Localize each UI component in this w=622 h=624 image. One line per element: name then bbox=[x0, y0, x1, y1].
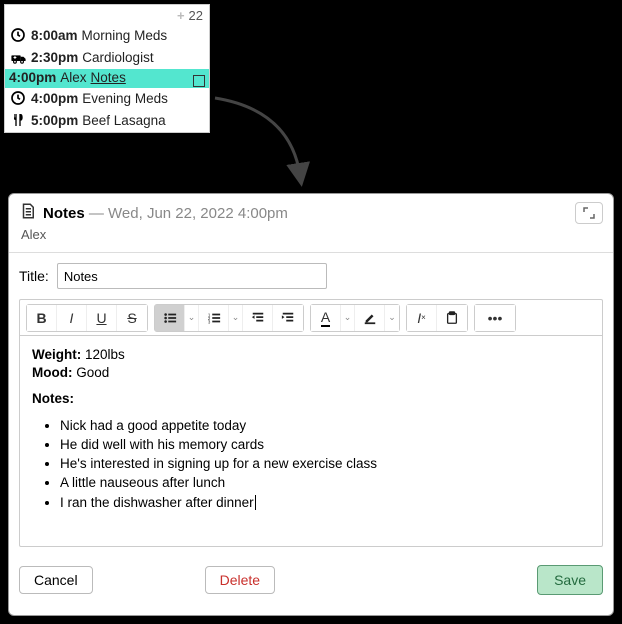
chevron-down-icon[interactable]: ⌄ bbox=[341, 305, 355, 331]
strike-button[interactable]: S bbox=[117, 305, 147, 331]
arrow-connector bbox=[210, 90, 330, 190]
add-event-icon[interactable]: + bbox=[177, 8, 185, 23]
day-number: 22 bbox=[189, 8, 203, 23]
mood-value: Good bbox=[76, 365, 109, 380]
clock-icon bbox=[9, 89, 27, 107]
day-header: + 22 bbox=[5, 5, 209, 25]
chevron-down-icon[interactable]: ⌄ bbox=[185, 305, 199, 331]
ambulance-icon bbox=[9, 48, 27, 66]
chevron-down-icon[interactable]: ⌄ bbox=[229, 305, 243, 331]
event-title: Evening Meds bbox=[82, 91, 168, 106]
highlight-button[interactable] bbox=[355, 305, 385, 331]
editor-content[interactable]: Weight: 120lbs Mood: Good Notes: Nick ha… bbox=[20, 336, 602, 546]
list-item: He's interested in signing up for a new … bbox=[60, 455, 590, 473]
divider bbox=[9, 252, 613, 253]
event-title: Beef Lasagna bbox=[82, 113, 165, 128]
italic-button[interactable]: I bbox=[57, 305, 87, 331]
document-icon bbox=[19, 202, 37, 225]
clear-format-button[interactable]: I× bbox=[407, 305, 437, 331]
weight-value: 120lbs bbox=[85, 347, 125, 362]
outdent-button[interactable] bbox=[243, 305, 273, 331]
save-button[interactable]: Save bbox=[537, 565, 603, 595]
mood-label: Mood: bbox=[32, 365, 72, 380]
bullet-list-button[interactable] bbox=[155, 305, 185, 331]
title-label: Title: bbox=[19, 268, 49, 284]
fork-knife-icon bbox=[9, 111, 27, 129]
chevron-down-icon[interactable]: ⌄ bbox=[385, 305, 399, 331]
event-title: Cardiologist bbox=[82, 50, 153, 65]
paste-button[interactable] bbox=[437, 305, 467, 331]
event-time: 5:00pm bbox=[31, 113, 78, 128]
underline-button[interactable]: U bbox=[87, 305, 117, 331]
title-input[interactable] bbox=[57, 263, 327, 289]
calendar-event-selected[interactable]: 4:00pm Alex Notes bbox=[5, 69, 209, 88]
event-time: 2:30pm bbox=[31, 50, 78, 65]
calendar-day-card: + 22 8:00am Morning Meds 2:30pm Cardiolo… bbox=[4, 4, 210, 133]
calendar-event[interactable]: 2:30pm Cardiologist bbox=[5, 47, 209, 69]
notes-heading: Notes: bbox=[32, 391, 74, 406]
list-item: Nick had a good appetite today bbox=[60, 417, 590, 435]
list-item: A little nauseous after lunch bbox=[60, 474, 590, 492]
list-item: He did well with his memory cards bbox=[60, 436, 590, 454]
event-title: Morning Meds bbox=[82, 28, 168, 43]
text-color-button[interactable]: A bbox=[311, 305, 341, 331]
event-title: Notes bbox=[91, 70, 126, 85]
notes-list: Nick had a good appetite today He did we… bbox=[32, 417, 590, 512]
bold-button[interactable]: B bbox=[27, 305, 57, 331]
editor-toolbar: B I U S ⌄ 123 ⌄ bbox=[20, 300, 602, 336]
editor-subheader: Alex bbox=[21, 227, 603, 242]
calendar-event[interactable]: 8:00am Morning Meds bbox=[5, 25, 209, 47]
indent-button[interactable] bbox=[273, 305, 303, 331]
rich-text-editor: B I U S ⌄ 123 ⌄ bbox=[19, 299, 603, 547]
more-button[interactable]: ••• bbox=[475, 305, 515, 331]
svg-text:3: 3 bbox=[207, 319, 210, 324]
event-time: 8:00am bbox=[31, 28, 78, 43]
weight-label: Weight: bbox=[32, 347, 81, 362]
number-list-button[interactable]: 123 bbox=[199, 305, 229, 331]
event-time: 4:00pm bbox=[9, 70, 56, 85]
expand-button[interactable] bbox=[575, 202, 603, 224]
note-editor-panel: Notes — Wed, Jun 22, 2022 4:00pm Alex Ti… bbox=[8, 193, 614, 616]
event-time: 4:00pm bbox=[31, 91, 78, 106]
cancel-button[interactable]: Cancel bbox=[19, 566, 93, 594]
calendar-event[interactable]: 4:00pm Evening Meds bbox=[5, 88, 209, 110]
editor-header: Notes — Wed, Jun 22, 2022 4:00pm bbox=[43, 205, 288, 222]
list-item: I ran the dishwasher after dinner bbox=[60, 494, 590, 512]
calendar-event[interactable]: 5:00pm Beef Lasagna bbox=[5, 110, 209, 132]
event-author: Alex bbox=[60, 70, 86, 85]
delete-button[interactable]: Delete bbox=[205, 566, 275, 594]
clock-icon bbox=[9, 26, 27, 44]
